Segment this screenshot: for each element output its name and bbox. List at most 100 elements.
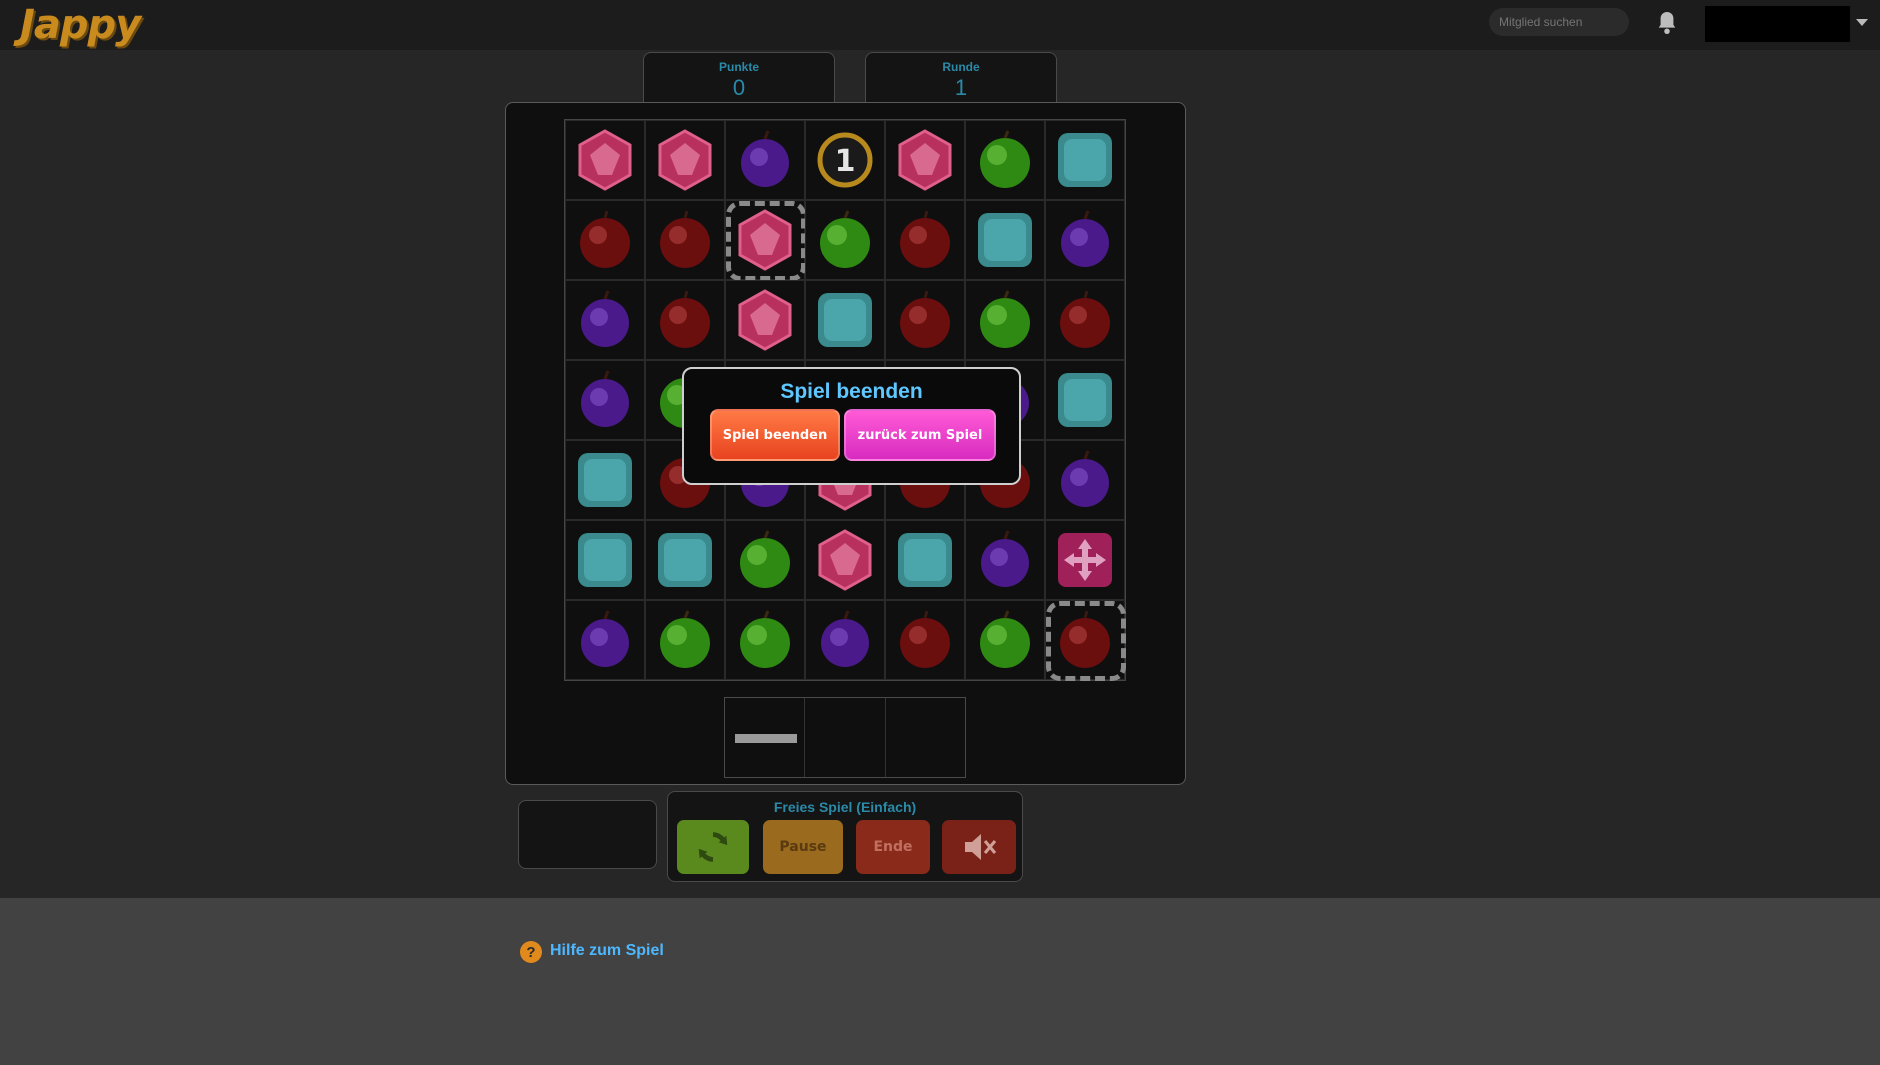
board-cell[interactable] xyxy=(645,120,725,200)
board-cell[interactable] xyxy=(885,280,965,360)
ice-block-tile xyxy=(658,533,712,587)
board-cell[interactable] xyxy=(1045,520,1125,600)
board-cell[interactable] xyxy=(565,600,645,680)
svg-text:1: 1 xyxy=(835,144,856,179)
board-cell[interactable] xyxy=(965,600,1045,680)
tray-slot xyxy=(805,698,886,777)
cherry-tile xyxy=(900,290,950,348)
gem-tile xyxy=(898,129,952,191)
board-cell[interactable] xyxy=(1045,280,1125,360)
restart-button[interactable] xyxy=(677,820,749,874)
board-cell[interactable] xyxy=(565,280,645,360)
board-cell[interactable]: 1 xyxy=(805,120,885,200)
tray-slot xyxy=(886,698,965,777)
end-game-dialog: Spiel beenden Spiel beenden zurück zum S… xyxy=(682,367,1021,485)
board-cell[interactable] xyxy=(805,280,885,360)
mute-icon xyxy=(965,834,997,860)
board-cell[interactable] xyxy=(565,520,645,600)
cherry-tile xyxy=(1060,290,1110,348)
board-cell[interactable] xyxy=(805,200,885,280)
board-cell[interactable] xyxy=(565,440,645,520)
apple-tile xyxy=(980,130,1030,188)
board-cell[interactable] xyxy=(805,600,885,680)
board-cell[interactable] xyxy=(1045,200,1125,280)
top-bar: Jappy xyxy=(0,0,1880,50)
board-cell[interactable] xyxy=(565,360,645,440)
back-to-game-button[interactable]: zurück zum Spiel xyxy=(844,409,996,461)
jappy-logo[interactable]: Jappy xyxy=(20,2,141,48)
game-controls-panel: Freies Spiel (Einfach) Pause Ende xyxy=(667,791,1023,882)
board-cell[interactable] xyxy=(725,520,805,600)
apple-tile xyxy=(740,610,790,668)
apple-tile xyxy=(740,530,790,588)
ice-block-tile xyxy=(818,293,872,347)
round-label: Runde xyxy=(942,60,980,74)
mute-button[interactable] xyxy=(942,820,1016,874)
end-game-button[interactable]: Spiel beenden xyxy=(710,409,840,461)
board-cell[interactable] xyxy=(1045,120,1125,200)
board-cell[interactable] xyxy=(645,520,725,600)
tray-bar xyxy=(735,734,797,743)
board-cell[interactable] xyxy=(1045,440,1125,520)
plum-tile xyxy=(741,130,789,187)
board-cell[interactable] xyxy=(725,120,805,200)
apple-tile xyxy=(980,290,1030,348)
board-cell[interactable] xyxy=(965,200,1045,280)
board-cell[interactable] xyxy=(1045,600,1126,681)
plum-tile xyxy=(821,610,869,667)
end-button[interactable]: Ende xyxy=(856,820,930,874)
ice-block-tile xyxy=(578,453,632,507)
refresh-icon xyxy=(698,832,728,862)
plum-tile xyxy=(581,370,629,427)
board-cell[interactable] xyxy=(885,120,965,200)
apple-tile xyxy=(980,610,1030,668)
board-cell[interactable] xyxy=(725,200,806,281)
ice-block-tile xyxy=(1058,133,1112,187)
help-icon[interactable]: ? xyxy=(520,941,542,963)
board-cell[interactable] xyxy=(645,600,725,680)
tray-slot xyxy=(725,698,806,777)
cherry-tile xyxy=(580,210,630,268)
move-powerup-tile xyxy=(1058,533,1112,587)
pause-button[interactable]: Pause xyxy=(763,820,843,874)
game-mode-title: Freies Spiel (Einfach) xyxy=(773,799,917,815)
apple-tile xyxy=(820,210,870,268)
gem-tile xyxy=(738,289,792,351)
gem-tile xyxy=(658,129,712,191)
board-cell[interactable] xyxy=(965,120,1045,200)
user-profile-box[interactable] xyxy=(1705,6,1850,42)
member-search-input[interactable] xyxy=(1489,8,1629,36)
board-cell[interactable] xyxy=(725,600,805,680)
help-link[interactable]: Hilfe zum Spiel xyxy=(550,942,664,960)
ice-block-tile xyxy=(578,533,632,587)
item-tray xyxy=(724,697,966,778)
board-cell[interactable] xyxy=(645,280,725,360)
points-label: Punkte xyxy=(718,60,759,74)
board-cell[interactable] xyxy=(565,200,645,280)
selection-marker xyxy=(726,201,806,281)
plum-tile xyxy=(1061,450,1109,507)
plum-tile xyxy=(981,530,1029,587)
board-cell[interactable] xyxy=(725,280,805,360)
board-cell[interactable] xyxy=(645,200,725,280)
board-cell[interactable] xyxy=(885,600,965,680)
footer-area xyxy=(0,898,1880,1065)
board-cell[interactable] xyxy=(965,280,1045,360)
plum-tile xyxy=(581,610,629,667)
board-cell[interactable] xyxy=(805,520,885,600)
board-cell[interactable] xyxy=(885,520,965,600)
board-cell[interactable] xyxy=(965,520,1045,600)
plum-tile xyxy=(1061,210,1109,267)
gem-tile xyxy=(818,529,872,591)
board-cell[interactable] xyxy=(565,120,645,200)
cherry-tile xyxy=(660,210,710,268)
chevron-down-icon[interactable] xyxy=(1856,19,1868,26)
cherry-tile xyxy=(660,290,710,348)
apple-tile xyxy=(660,610,710,668)
cherry-tile xyxy=(900,610,950,668)
selection-marker xyxy=(1046,601,1126,681)
board-cell[interactable] xyxy=(1045,360,1125,440)
bell-icon[interactable] xyxy=(1656,10,1678,36)
board-cell[interactable] xyxy=(885,200,965,280)
plum-tile xyxy=(581,290,629,347)
